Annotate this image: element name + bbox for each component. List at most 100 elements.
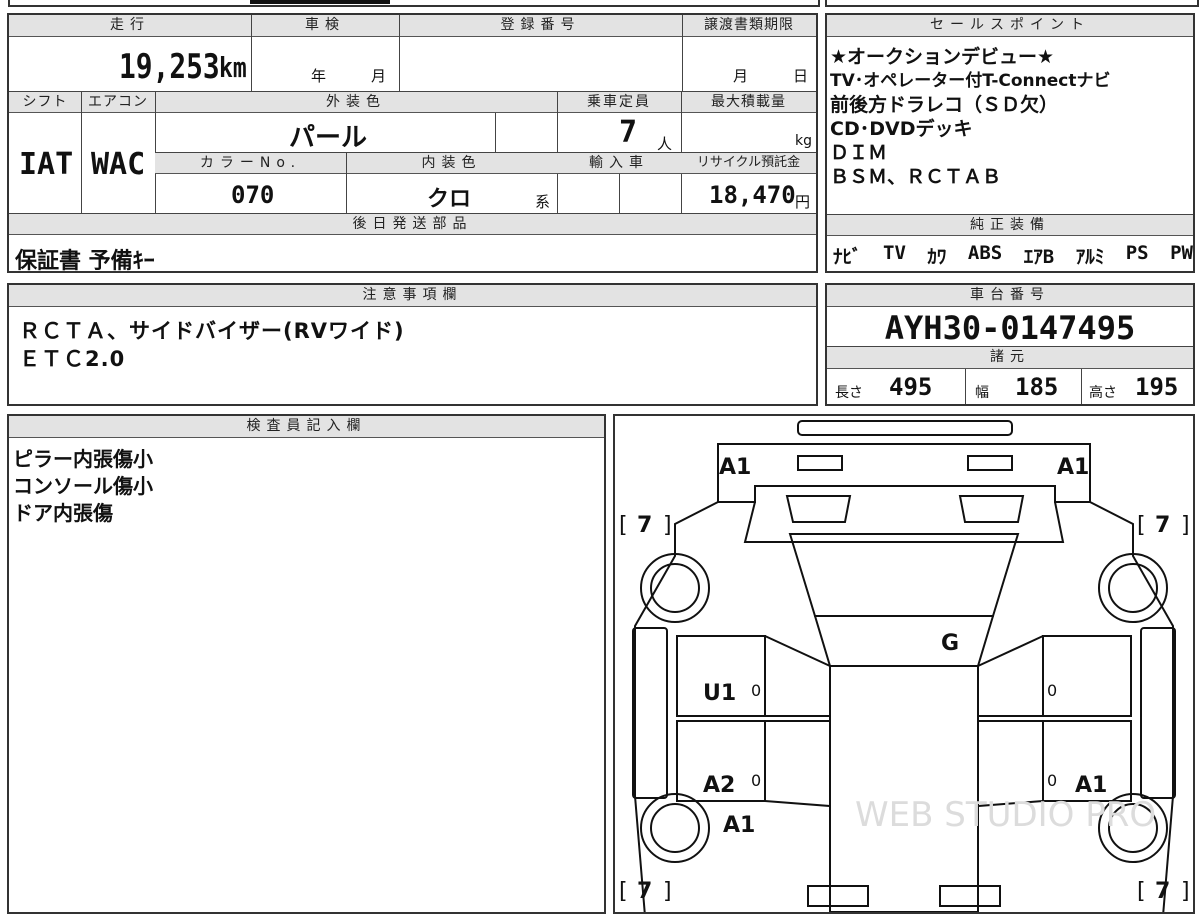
inspector-line: ドア内張傷 <box>13 501 113 525</box>
height-value: 195 <box>1135 373 1179 401</box>
inspector-line: ピラー内張傷小 <box>13 447 153 471</box>
mileage-value: 19,253 <box>119 47 220 87</box>
aircon-value: WAC <box>91 147 146 182</box>
tire-bracket-rl-close: ] <box>663 879 672 904</box>
equipment-item: ｴｱB <box>1023 246 1055 268</box>
capacity-unit: 人 <box>657 135 673 153</box>
capacity-value: 7 <box>619 115 638 150</box>
equipment-item: PW <box>1170 242 1193 264</box>
tire-bracket-fr-open: [ <box>1137 513 1146 538</box>
roof-outline <box>814 615 994 667</box>
door-code-fr: 0 <box>1047 681 1057 700</box>
tire-rr-value: 7 <box>1155 879 1170 904</box>
inspection-year-unit: 年 <box>311 67 327 85</box>
door-code-rr: 0 <box>1047 771 1057 790</box>
mark-front-left: A1 <box>719 455 751 480</box>
hood-vent-left <box>785 495 852 523</box>
notes-box: 注意事項欄 ＲＣＴＡ、サイドバイザー(RVワイド) ＥＴＣ2.0 <box>7 283 818 406</box>
watermark: WEB STUDIO PRO <box>855 795 1156 835</box>
tire-fl-value: 7 <box>637 513 652 538</box>
width-value: 185 <box>1015 373 1059 401</box>
tire-rl-value: 7 <box>637 879 652 904</box>
windshield-outline <box>788 533 1020 617</box>
chassis-number: AYH30-0147495 <box>884 309 1136 347</box>
left-door-glass <box>764 635 831 808</box>
length-label: 長さ <box>835 385 863 401</box>
tire-fr-value: 7 <box>1155 513 1170 538</box>
body-outline <box>634 501 1174 912</box>
transfer-month-unit: 月 <box>733 67 749 85</box>
front-right-wheel-inner <box>1108 563 1158 613</box>
interior-header: 内装色 <box>346 153 557 174</box>
door-code-rl: 0 <box>751 771 761 790</box>
front-bumper-outline <box>797 420 1013 436</box>
sales-points-list: ★オークションデビュー★ TV･オペレーター付T-Connectナビ 前後方ドラ… <box>830 45 1192 189</box>
sales-point-item: TV･オペレーター付T-Connectナビ <box>830 71 1111 91</box>
left-headlight-outline <box>797 455 843 471</box>
aircon-header: エアコン <box>81 92 155 113</box>
chassis-box: 車台番号 AYH30-0147495 諸元 長さ 495 幅 185 高さ 19… <box>825 283 1195 406</box>
mark-rear-door-left: A2 <box>703 773 735 798</box>
rear-bumper-outline <box>807 885 869 907</box>
shift-value: IAT <box>19 147 74 182</box>
notes-header: 注意事項欄 <box>9 285 816 307</box>
front-panel-outline <box>717 443 1091 503</box>
tire-bracket-fl-close: ] <box>663 513 672 538</box>
inspection-header: 車検 <box>251 15 399 37</box>
registration-header: 登録番号 <box>399 15 682 37</box>
chassis-header: 車台番号 <box>827 285 1193 307</box>
dimensions-header: 諸元 <box>827 347 1193 369</box>
sales-point-item: ★オークションデビュー★ <box>830 46 1055 68</box>
door-code-fl: 0 <box>751 681 761 700</box>
interior-value: クロ <box>427 187 472 212</box>
interior-unit: 系 <box>535 193 551 211</box>
equipment-item: ﾅﾋﾞ <box>833 246 862 268</box>
right-headlight-outline <box>967 455 1013 471</box>
equipment-item: PS <box>1125 242 1149 264</box>
inspector-box: 検査員記入欄 ピラー内張傷小 コンソール傷小 ドア内張傷 <box>7 414 606 914</box>
mileage-unit: km <box>219 51 247 84</box>
transfer-header: 譲渡書類期限 <box>682 15 816 37</box>
tire-bracket-rr-open: [ <box>1137 879 1146 904</box>
tire-bracket-fr-close: ] <box>1181 513 1190 538</box>
front-left-wheel-inner <box>650 563 700 613</box>
exterior-value: パール <box>289 123 368 153</box>
recycle-unit: 円 <box>795 193 811 211</box>
roof-panel <box>829 665 979 912</box>
inspector-line: コンソール傷小 <box>13 474 153 498</box>
car-diagram: WEB STUDIO PRO A1 A1 G U1 A2 A1 A1 0 0 0… <box>619 420 1190 912</box>
mileage-header: 走行 <box>9 15 251 37</box>
recycle-value: 18,470 <box>709 181 796 209</box>
tire-bracket-rr-close: ] <box>1181 879 1190 904</box>
sales-header: セールスポイント <box>827 15 1193 37</box>
left-rocker <box>632 627 668 799</box>
mark-front-door-left: U1 <box>703 681 736 706</box>
sales-point-item: ＢＳＭ、ＲＣＴＡＢ <box>830 166 1002 188</box>
equipment-item: ｱﾙﾐ <box>1075 246 1105 268</box>
notes-line: ＥＴＣ2.0 <box>19 347 126 371</box>
vehicle-info-box: 走行 車検 登録番号 譲渡書類期限 19,253 km 年 月 月 日 シフト … <box>7 13 818 274</box>
rear-left-wheel-inner <box>650 803 700 853</box>
rear-bumper-outline-right <box>939 885 1001 907</box>
sales-point-item: CD･DVDデッキ <box>830 118 973 140</box>
tire-bracket-rl-open: [ <box>619 879 628 904</box>
import-header: 輸入車 <box>557 153 681 174</box>
length-value: 495 <box>889 373 933 401</box>
inspector-header: 検査員記入欄 <box>9 416 604 438</box>
hood-vent-right <box>958 495 1025 523</box>
equipment-list: ﾅﾋﾞ TV ｶﾜ ABS ｴｱB ｱﾙﾐ PS PW <box>833 242 1193 269</box>
load-unit: kg <box>795 133 812 149</box>
capacity-header: 乗車定員 <box>557 92 681 113</box>
height-label: 高さ <box>1089 385 1117 401</box>
color-no-header: カラーNo. <box>155 153 346 174</box>
mark-windshield: G <box>941 631 959 656</box>
right-rocker <box>1140 627 1176 799</box>
equipment-item: ABS <box>967 242 1003 264</box>
mark-rear-door-right: A1 <box>1075 773 1107 798</box>
equipment-item: TV <box>883 242 906 264</box>
shift-header: シフト <box>9 92 81 113</box>
color-no-value: 070 <box>231 181 275 209</box>
damage-diagram-box: WEB STUDIO PRO A1 A1 G U1 A2 A1 A1 0 0 0… <box>613 414 1195 914</box>
mark-rear-fender-left: A1 <box>723 813 755 838</box>
right-front-door <box>1042 635 1132 717</box>
